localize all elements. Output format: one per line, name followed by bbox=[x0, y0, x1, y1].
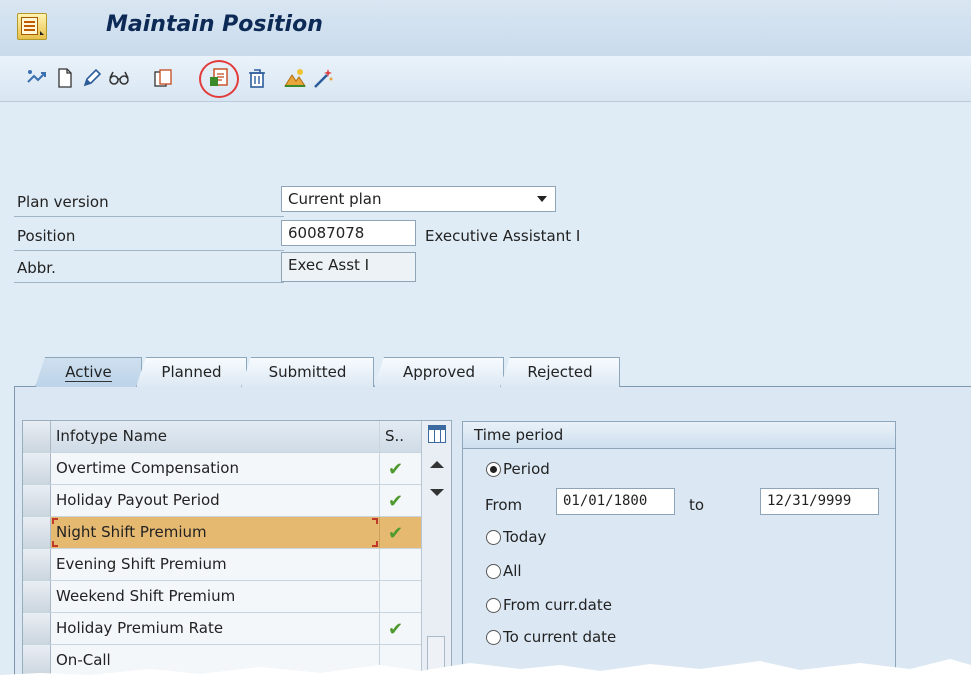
infotype-table: Infotype Name S.. Overtime Compensation … bbox=[22, 420, 452, 679]
wizard-icon[interactable] bbox=[311, 66, 335, 90]
tab-label: Rejected bbox=[527, 363, 593, 381]
abbr-field: Exec Asst I bbox=[281, 252, 416, 282]
dropdown-triangle-icon bbox=[40, 31, 44, 35]
infotype-name: Weekend Shift Premium bbox=[56, 587, 236, 605]
group-header: Time period bbox=[463, 422, 895, 449]
divider bbox=[14, 282, 284, 283]
row-selector[interactable] bbox=[23, 485, 51, 516]
today-radio[interactable] bbox=[486, 530, 501, 545]
check-icon: ✔ bbox=[388, 459, 404, 480]
table-row[interactable]: Holiday Premium Rate ✔ bbox=[23, 613, 421, 645]
plan-version-dropdown[interactable]: Current plan bbox=[281, 186, 556, 212]
status-cell: ✔ bbox=[379, 485, 421, 516]
tab-approved[interactable]: Approved bbox=[374, 357, 504, 387]
status-cell bbox=[379, 581, 421, 612]
table-row[interactable]: Holiday Payout Period ✔ bbox=[23, 485, 421, 517]
to-label: to bbox=[689, 496, 705, 514]
from-curr-date-radio[interactable] bbox=[486, 598, 501, 613]
row-selector[interactable] bbox=[23, 453, 51, 484]
position-label: Position bbox=[17, 227, 76, 245]
highlight-circle-annotation bbox=[199, 60, 239, 98]
check-icon: ✔ bbox=[388, 491, 404, 512]
divider bbox=[14, 250, 284, 251]
position-input[interactable]: 60087078 bbox=[281, 220, 416, 246]
column-header-infotype[interactable]: Infotype Name bbox=[56, 427, 167, 445]
position-description: Executive Assistant I bbox=[425, 227, 581, 245]
from-label: From bbox=[485, 496, 523, 514]
focus-corner bbox=[372, 541, 378, 547]
select-all-cell[interactable] bbox=[23, 421, 51, 452]
row-selector[interactable] bbox=[23, 517, 51, 548]
system-menu-button[interactable] bbox=[17, 13, 47, 40]
delete-icon[interactable] bbox=[245, 66, 269, 90]
infotype-name: Overtime Compensation bbox=[56, 459, 239, 477]
status-cell: ✔ bbox=[379, 517, 421, 548]
change-icon[interactable] bbox=[80, 66, 104, 90]
scroll-down-icon[interactable] bbox=[430, 489, 444, 496]
focus-corner bbox=[372, 518, 378, 524]
tab-active[interactable]: Active bbox=[35, 357, 142, 387]
abbr-label: Abbr. bbox=[17, 259, 56, 277]
table-header: Infotype Name S.. bbox=[23, 421, 421, 453]
row-selector[interactable] bbox=[23, 549, 51, 580]
tab-submitted[interactable]: Submitted bbox=[241, 357, 374, 387]
check-icon: ✔ bbox=[388, 619, 404, 640]
from-date-input[interactable]: 01/01/1800 bbox=[556, 488, 675, 515]
plan-version-label: Plan version bbox=[17, 193, 109, 211]
tab-label: Approved bbox=[403, 363, 475, 381]
today-label: Today bbox=[503, 528, 547, 546]
all-label: All bbox=[503, 562, 522, 580]
display-icon[interactable] bbox=[107, 66, 131, 90]
group-title: Time period bbox=[474, 426, 564, 444]
check-icon: ✔ bbox=[388, 523, 404, 544]
menu-icon bbox=[21, 17, 38, 35]
other-object-icon[interactable] bbox=[25, 66, 49, 90]
tab-rejected[interactable]: Rejected bbox=[500, 357, 620, 387]
table-row[interactable]: Overtime Compensation ✔ bbox=[23, 453, 421, 485]
from-curr-date-label: From curr.date bbox=[503, 596, 612, 614]
table-scrollbar[interactable] bbox=[421, 421, 451, 678]
title-bar: Maintain Position bbox=[0, 0, 971, 56]
column-settings-icon[interactable] bbox=[428, 425, 446, 443]
infotype-name: Holiday Premium Rate bbox=[56, 619, 224, 637]
tab-label: Submitted bbox=[268, 363, 347, 381]
create-icon[interactable] bbox=[53, 66, 77, 90]
tab-planned[interactable]: Planned bbox=[136, 357, 247, 387]
tab-label: Active bbox=[65, 363, 112, 382]
period-radio[interactable] bbox=[486, 462, 501, 477]
table-row-selected[interactable]: Night Shift Premium ✔ bbox=[23, 517, 421, 549]
focus-corner bbox=[52, 541, 58, 547]
copy-icon[interactable] bbox=[151, 66, 175, 90]
infotype-name: Night Shift Premium bbox=[56, 523, 207, 541]
status-cell bbox=[379, 549, 421, 580]
tab-label: Planned bbox=[161, 363, 222, 381]
infotype-name: Holiday Payout Period bbox=[56, 491, 220, 509]
scroll-up-icon[interactable] bbox=[430, 461, 444, 468]
application-toolbar bbox=[0, 56, 971, 102]
row-selector[interactable] bbox=[23, 613, 51, 644]
row-selector[interactable] bbox=[23, 581, 51, 612]
all-radio[interactable] bbox=[486, 564, 501, 579]
to-current-date-label: To current date bbox=[503, 628, 617, 646]
plan-version-value: Current plan bbox=[288, 190, 382, 208]
period-label: Period bbox=[503, 460, 550, 478]
structure-icon[interactable] bbox=[283, 66, 307, 90]
status-cell: ✔ bbox=[379, 453, 421, 484]
table-row[interactable]: Evening Shift Premium bbox=[23, 549, 421, 581]
status-cell: ✔ bbox=[379, 613, 421, 644]
table-row[interactable]: Weekend Shift Premium bbox=[23, 581, 421, 613]
status-header-label: S.. bbox=[385, 427, 405, 445]
page-title: Maintain Position bbox=[106, 12, 323, 37]
infotype-name: Evening Shift Premium bbox=[56, 555, 227, 573]
column-header-status[interactable]: S.. bbox=[379, 421, 421, 452]
torn-edge bbox=[0, 659, 971, 679]
divider bbox=[14, 216, 284, 217]
to-date-input[interactable]: 12/31/9999 bbox=[760, 488, 879, 515]
time-period-group: Time period Period From 01/01/1800 to 12… bbox=[462, 421, 896, 679]
chevron-down-icon bbox=[537, 196, 547, 202]
to-current-date-radio[interactable] bbox=[486, 630, 501, 645]
